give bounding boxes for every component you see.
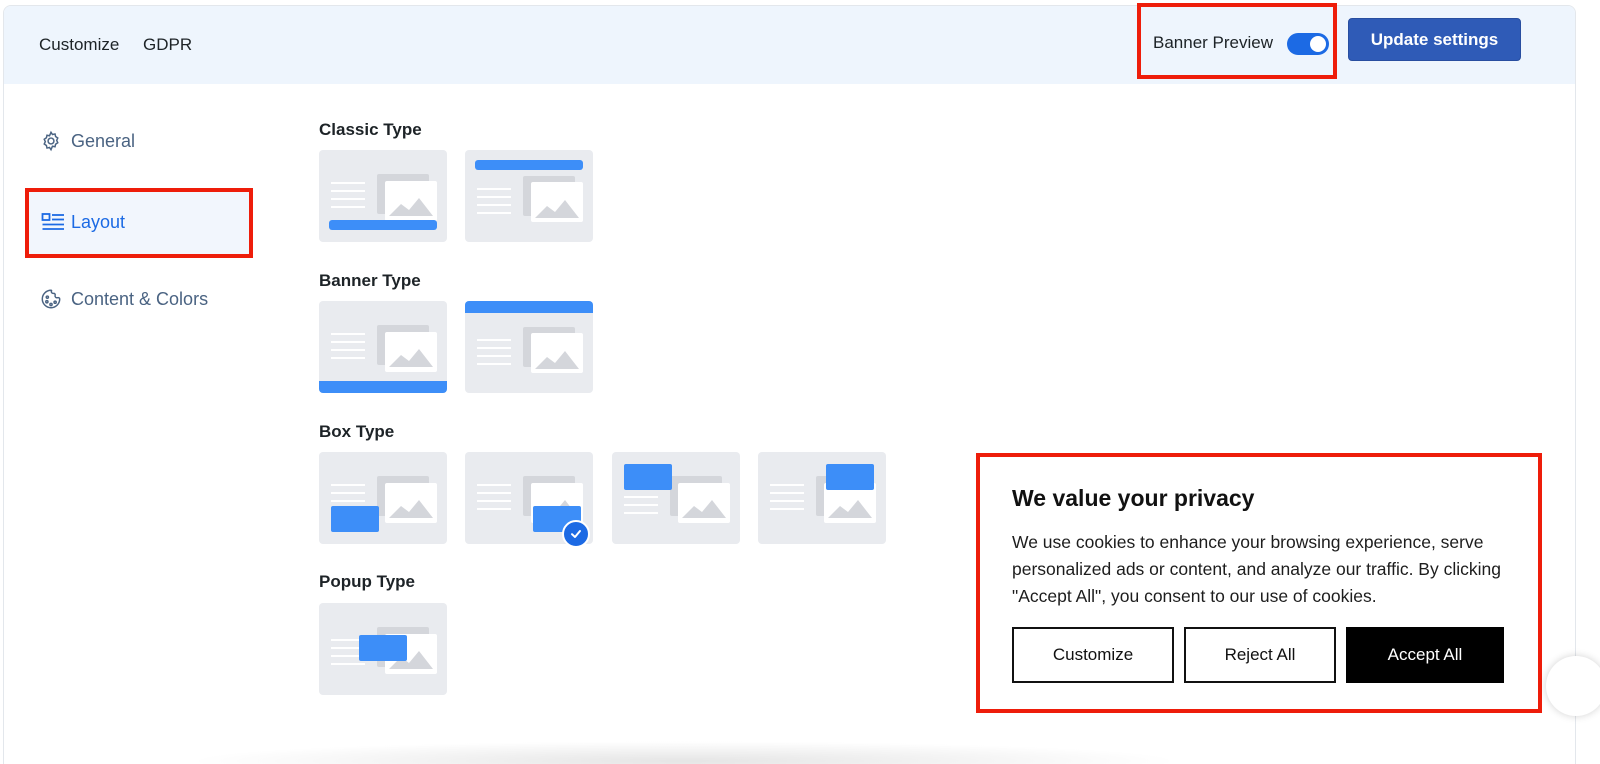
cookie-banner-title: We value your privacy <box>1012 485 1255 511</box>
section-title-banner: Banner Type <box>319 271 421 290</box>
gear-icon <box>40 130 62 152</box>
banner-preview-label: Banner Preview <box>1153 33 1274 52</box>
cookie-banner-text: We use cookies to enhance your browsing … <box>1012 532 1501 606</box>
cookie-banner-preview: We value your privacy We use cookies to … <box>976 453 1542 713</box>
section-title-box: Box Type <box>319 422 395 441</box>
sidebar-item-layout[interactable]: Layout <box>25 188 253 258</box>
banner-preview-toggle[interactable] <box>1287 33 1329 55</box>
layout-preview-icon <box>770 464 876 523</box>
banner-preview-control: Banner Preview <box>1137 3 1337 79</box>
sidebar-item-label: General <box>71 130 136 151</box>
toggle-knob <box>1310 36 1326 52</box>
sidebar-item-general[interactable]: General <box>40 130 135 152</box>
layout-preview-icon <box>319 325 447 393</box>
layout-option-classic-bottom[interactable] <box>319 150 447 242</box>
layout-option-box-bottom-left[interactable] <box>319 452 447 544</box>
bottom-shadow <box>184 741 1184 764</box>
layout-preview-icon <box>331 627 437 674</box>
layout-option-banner-bottom[interactable] <box>319 301 447 393</box>
layout-preview-icon <box>331 476 437 532</box>
breadcrumb-gdpr[interactable]: GDPR <box>143 35 192 55</box>
layout-option-box-top-left[interactable] <box>612 452 740 544</box>
sidebar-item-label: Layout <box>71 211 126 232</box>
layout-option-banner-top[interactable] <box>465 301 593 393</box>
accept-all-button[interactable]: Accept All <box>1346 627 1504 683</box>
layout-preview-icon <box>475 160 583 222</box>
layout-preview-icon <box>329 174 437 230</box>
reject-all-button[interactable]: Reject All <box>1184 627 1336 683</box>
section-title-classic: Classic Type <box>319 120 422 139</box>
update-settings-button[interactable]: Update settings <box>1348 18 1521 61</box>
section-title-popup: Popup Type <box>319 572 416 591</box>
layout-option-classic-top[interactable] <box>465 150 593 242</box>
customize-button[interactable]: Customize <box>1012 627 1174 683</box>
layout-preview-icon <box>624 464 730 523</box>
breadcrumb-customize[interactable]: Customize <box>39 35 119 55</box>
header-bar: Customize GDPR <box>4 6 1575 84</box>
layout-preview-icon <box>465 301 593 373</box>
layout-icon <box>41 211 65 233</box>
sidebar-item-label: Content & Colors <box>71 288 209 309</box>
palette-icon <box>40 288 62 310</box>
floating-revisit-button[interactable] <box>1546 656 1600 716</box>
sidebar-item-content-colors[interactable]: Content & Colors <box>40 288 208 310</box>
layout-option-popup-center[interactable] <box>319 603 447 695</box>
layout-option-box-top-right[interactable] <box>758 452 886 544</box>
selected-check-icon <box>562 520 590 548</box>
